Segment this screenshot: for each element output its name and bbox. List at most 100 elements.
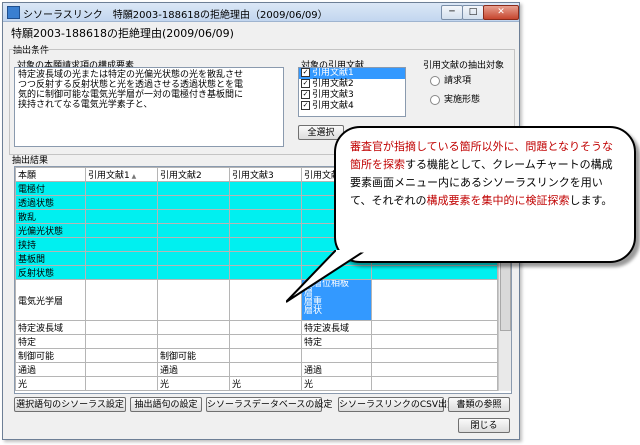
match-cell[interactable]: 特定 xyxy=(301,334,372,349)
checkbox-icon[interactable]: ✓ xyxy=(301,79,310,88)
match-cell[interactable] xyxy=(85,320,158,335)
extraction-target-label: 引用文献の抽出対象 xyxy=(423,61,505,71)
match-cell[interactable] xyxy=(85,195,158,210)
match-cell[interactable] xyxy=(157,195,230,210)
row-element-cell[interactable]: 電極付 xyxy=(15,181,86,196)
radio-claims-label: 請求項 xyxy=(444,76,472,86)
checkbox-icon[interactable]: ✓ xyxy=(301,68,310,77)
match-cell[interactable] xyxy=(85,251,158,266)
row-element-cell[interactable]: 反射状態 xyxy=(15,265,86,280)
row-element-cell[interactable]: 電気光学層 xyxy=(15,279,86,321)
match-cell[interactable] xyxy=(229,181,302,196)
table-row[interactable]: 特定波長域 特定波長域 xyxy=(15,320,498,335)
window-title: シソーラスリンク 特願2003-188618の拒絶理由（2009/06/09） xyxy=(23,10,328,21)
match-cell[interactable]: 光 xyxy=(157,376,230,391)
match-cell[interactable] xyxy=(157,223,230,238)
match-cell[interactable] xyxy=(229,348,302,363)
match-cell[interactable] xyxy=(157,237,230,252)
thesaurus-db-setting-button[interactable]: シソーラスデータベースの設定 xyxy=(206,397,332,412)
match-cell[interactable] xyxy=(85,334,158,349)
close-button[interactable]: 閉じる xyxy=(458,418,510,433)
extract-words-setting-button[interactable]: 抽出語句の設定 xyxy=(130,397,202,412)
radio-embodiment[interactable]: 実施形態 xyxy=(430,92,480,105)
cited-doc-item[interactable]: ✓ 引用文献2 xyxy=(299,79,405,90)
row-element-cell[interactable]: 挟持 xyxy=(15,237,86,252)
row-element-cell[interactable]: 透過状態 xyxy=(15,195,86,210)
row-element-cell[interactable]: 特定 xyxy=(15,334,86,349)
row-element-cell[interactable]: 特定波長域 xyxy=(15,320,86,335)
table-row[interactable]: 通過 通過 通過 xyxy=(15,362,498,377)
callout-text-1: 審査官が指摘している箇所以外に、 xyxy=(350,140,526,153)
csv-export-button[interactable]: シソーラスリンクのCSV出力 xyxy=(338,397,456,412)
minimize-button[interactable]: ─ xyxy=(441,5,463,20)
match-cell[interactable] xyxy=(157,320,230,335)
row-element-cell[interactable]: 基板間 xyxy=(15,251,86,266)
checkbox-icon[interactable]: ✓ xyxy=(301,90,310,99)
match-cell[interactable]: 通過 xyxy=(157,362,230,377)
column-header[interactable]: 本願 xyxy=(15,167,86,182)
match-cell[interactable] xyxy=(229,209,302,224)
match-cell[interactable] xyxy=(85,237,158,252)
checkbox-icon[interactable]: ✓ xyxy=(301,101,310,110)
match-cell[interactable] xyxy=(157,209,230,224)
close-window-button[interactable]: ✕ xyxy=(483,5,519,20)
table-row[interactable]: 反射状態 xyxy=(15,265,498,280)
match-cell[interactable] xyxy=(85,348,158,363)
app-icon xyxy=(7,6,20,19)
claim-text-area[interactable]: 特定波長域の光または特定の光偏光状態の光を散乱させ つつ反射する反射状態と光を透… xyxy=(14,67,284,147)
callout-text-9: します。 xyxy=(569,194,613,207)
column-header[interactable]: 引用文献1 ▲ xyxy=(85,167,158,182)
filler-cell xyxy=(371,376,498,391)
cited-doc-item[interactable]: ✓ 引用文献3 xyxy=(299,90,405,101)
match-cell[interactable]: 通過 xyxy=(301,362,372,377)
match-cell[interactable] xyxy=(157,265,230,280)
filler-cell xyxy=(371,320,498,335)
view-documents-button[interactable]: 書類の参照 xyxy=(448,397,510,412)
table-row[interactable]: 電気光学層 積層位相板 層 層重 層状 xyxy=(15,279,498,321)
cited-doc-label: 引用文献3 xyxy=(312,90,354,100)
match-cell[interactable] xyxy=(85,209,158,224)
row-element-cell[interactable]: 通過 xyxy=(15,362,86,377)
match-cell[interactable] xyxy=(157,334,230,349)
cited-doc-item[interactable]: ✓ 引用文献4 xyxy=(299,101,405,112)
table-row[interactable]: 制御可能 制御可能 xyxy=(15,348,498,363)
callout-text-4: する機能として、クレーム xyxy=(405,158,536,171)
filler-cell xyxy=(371,362,498,377)
row-element-cell[interactable]: 光 xyxy=(15,376,86,391)
match-cell[interactable] xyxy=(85,376,158,391)
match-cell[interactable] xyxy=(229,334,302,349)
callout-pointer xyxy=(286,250,368,303)
match-cell[interactable] xyxy=(301,348,372,363)
match-cell[interactable]: 特定波長域 xyxy=(301,320,372,335)
match-cell[interactable] xyxy=(229,320,302,335)
claim-text: 特定波長域の光または特定の光偏光状態の光を散乱させ つつ反射する反射状態と光を透… xyxy=(18,70,244,110)
row-element-cell[interactable]: 光偏光状態 xyxy=(15,223,86,238)
match-cell[interactable] xyxy=(85,223,158,238)
match-cell[interactable] xyxy=(157,251,230,266)
column-header[interactable]: 引用文献2 xyxy=(157,167,230,182)
callout-text-7: 構成要 xyxy=(426,194,460,207)
cited-doc-item[interactable]: ✓ 引用文献1 xyxy=(299,68,405,79)
match-cell[interactable] xyxy=(157,279,230,321)
match-cell[interactable] xyxy=(85,279,158,321)
match-cell[interactable] xyxy=(229,195,302,210)
row-element-cell[interactable]: 散乱 xyxy=(15,209,86,224)
maximize-button[interactable]: □ xyxy=(462,5,484,20)
column-header[interactable]: 引用文献3 xyxy=(229,167,302,182)
match-cell[interactable] xyxy=(229,223,302,238)
radio-claims[interactable]: 請求項 xyxy=(430,73,471,86)
match-cell[interactable]: 制御可能 xyxy=(157,348,230,363)
match-cell[interactable] xyxy=(85,181,158,196)
table-row[interactable]: 光光光光 xyxy=(15,376,498,391)
match-cell[interactable] xyxy=(85,362,158,377)
match-cell[interactable] xyxy=(229,362,302,377)
match-cell[interactable]: 光 xyxy=(229,376,302,391)
callout-text-2: 問題とな xyxy=(525,140,570,153)
match-cell[interactable] xyxy=(85,265,158,280)
row-element-cell[interactable]: 制御可能 xyxy=(15,348,86,363)
match-cell[interactable]: 光 xyxy=(301,376,372,391)
cited-docs-listbox[interactable]: ✓ 引用文献1 ✓ 引用文献2 ✓ 引用文献3 ✓ 引用文献4 xyxy=(298,67,406,117)
match-cell[interactable] xyxy=(157,181,230,196)
thesaurus-setting-button[interactable]: 選択語句のシソーラス設定 xyxy=(14,397,126,412)
table-row[interactable]: 特定 特定 xyxy=(15,334,498,349)
